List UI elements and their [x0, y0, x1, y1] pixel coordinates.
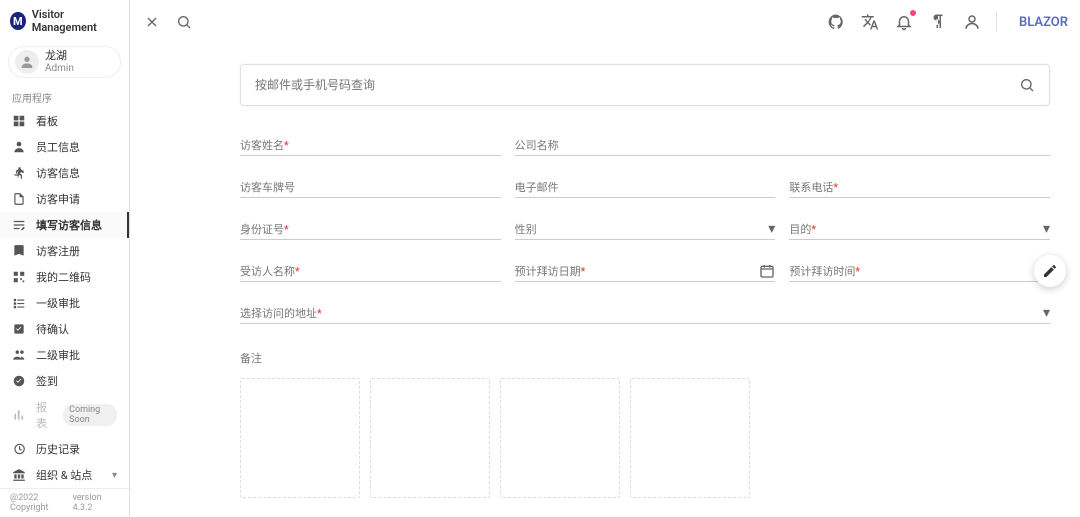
upload-box[interactable] — [370, 378, 490, 498]
field-visit-time[interactable]: 预计拜访时间* — [789, 262, 1050, 282]
field-interviewee[interactable]: 受访人名称* — [240, 262, 501, 282]
nav-label: 我的二维码 — [36, 269, 91, 285]
nav-employee[interactable]: 员工信息 — [0, 134, 129, 160]
nav-visitor-apply[interactable]: 访客申请 — [0, 186, 129, 212]
field-company[interactable]: 公司名称 — [515, 136, 1050, 156]
upload-grid — [240, 378, 1050, 498]
form-grid: 访客姓名* 公司名称 访客车牌号 电子邮件 联系电话* 身份证号* 性别▾ 目的… — [240, 136, 1050, 324]
coming-soon-badge: Coming Soon — [63, 404, 117, 426]
edit-list-icon — [12, 218, 26, 232]
nav-label: 二级审批 — [36, 347, 80, 363]
topbar: BLAZOR — [130, 0, 1080, 44]
calendar-icon — [759, 263, 775, 279]
avatar — [15, 50, 39, 74]
nav-label: 员工信息 — [36, 139, 80, 155]
nav-label: 访客信息 — [36, 165, 80, 181]
nav-label: 看板 — [36, 113, 58, 129]
nav-label: 签到 — [36, 373, 58, 389]
translate-icon[interactable] — [860, 12, 880, 32]
nav-checkin[interactable]: 签到 — [0, 368, 129, 394]
nav-label: 访客申请 — [36, 191, 80, 207]
dashboard-icon — [12, 114, 26, 128]
nav: 应用程序 看板 员工信息 访客信息 访客申请 填写访客信息 — [0, 84, 129, 488]
run-icon — [12, 166, 26, 180]
version: version 4.3.2 — [73, 493, 119, 513]
qrcode-icon — [12, 270, 26, 284]
nav-dashboard[interactable]: 看板 — [0, 108, 129, 134]
brand-logo-icon: M — [10, 12, 26, 30]
nav-first-approval[interactable]: 一级审批 — [0, 290, 129, 316]
upload-box[interactable] — [630, 378, 750, 498]
nav-my-qrcode[interactable]: 我的二维码 — [0, 264, 129, 290]
chevron-down-icon: ▾ — [112, 470, 117, 481]
brand-right: BLAZOR — [1019, 15, 1068, 30]
field-purpose[interactable]: 目的*▾ — [789, 220, 1050, 240]
sidebar: M Visitor Management 龙湖 Admin 应用程序 看板 员工… — [0, 0, 130, 517]
chevron-down-icon: ▾ — [1043, 221, 1050, 237]
brand-title: Visitor Management — [32, 8, 119, 34]
copyright: @2022 Copyright — [10, 493, 73, 513]
field-gender[interactable]: 性别▾ — [515, 220, 776, 240]
user-role: Admin — [45, 63, 74, 75]
nav-label: 报表 — [36, 399, 53, 431]
nav-report: 报表 Coming Soon — [0, 394, 129, 436]
nav-visitor-register[interactable]: 访客注册 — [0, 238, 129, 264]
approval-icon — [12, 192, 26, 206]
upload-box[interactable] — [500, 378, 620, 498]
field-phone[interactable]: 联系电话* — [789, 178, 1050, 198]
checklist-icon — [12, 296, 26, 310]
close-icon[interactable] — [142, 12, 162, 32]
remark-label: 备注 — [240, 350, 1050, 366]
account-icon[interactable] — [962, 12, 982, 32]
search-input[interactable] — [255, 78, 1019, 92]
search-icon[interactable] — [174, 12, 194, 32]
org-icon — [12, 468, 26, 482]
section-apps: 应用程序 — [0, 84, 129, 108]
nav-history[interactable]: 历史记录 — [0, 436, 129, 462]
upload-box[interactable] — [240, 378, 360, 498]
field-visitor-name[interactable]: 访客姓名* — [240, 136, 501, 156]
field-visit-date[interactable]: 预计拜访日期* — [515, 262, 776, 282]
nav-label: 一级审批 — [36, 295, 80, 311]
book-icon — [12, 244, 26, 258]
edit-fab[interactable] — [1034, 255, 1066, 287]
content: 访客姓名* 公司名称 访客车牌号 电子邮件 联系电话* 身份证号* 性别▾ 目的… — [130, 44, 1080, 517]
notification-dot — [910, 10, 916, 16]
field-plate[interactable]: 访客车牌号 — [240, 178, 501, 198]
rtl-icon[interactable] — [928, 12, 948, 32]
bell-icon[interactable] — [894, 12, 914, 32]
field-address[interactable]: 选择访问的地址*▾ — [240, 304, 1050, 324]
approval2-icon — [12, 348, 26, 362]
github-icon[interactable] — [826, 12, 846, 32]
nav-label: 访客注册 — [36, 243, 80, 259]
user-pill[interactable]: 龙湖 Admin — [8, 46, 121, 78]
chevron-down-icon: ▾ — [768, 221, 775, 237]
nav-org-site[interactable]: 组织 & 站点 ▾ — [0, 462, 129, 488]
field-idno[interactable]: 身份证号* — [240, 220, 501, 240]
nav-label: 组织 & 站点 — [36, 467, 92, 483]
chevron-down-icon: ▾ — [1043, 305, 1050, 321]
brand: M Visitor Management — [0, 0, 129, 42]
search-bar[interactable] — [240, 64, 1050, 106]
report-icon — [12, 408, 26, 422]
pending-icon — [12, 322, 26, 336]
nav-second-approval[interactable]: 二级审批 — [0, 342, 129, 368]
footer: @2022 Copyright version 4.3.2 — [0, 488, 129, 517]
search-submit-icon[interactable] — [1019, 77, 1035, 93]
checkin-icon — [12, 374, 26, 388]
nav-fill-visitor[interactable]: 填写访客信息 — [0, 212, 129, 238]
nav-visitor-info[interactable]: 访客信息 — [0, 160, 129, 186]
nav-label: 填写访客信息 — [36, 217, 102, 233]
nav-pending-confirm[interactable]: 待确认 — [0, 316, 129, 342]
nav-label: 待确认 — [36, 321, 69, 337]
user-name: 龙湖 — [45, 50, 74, 63]
employee-icon — [12, 140, 26, 154]
history-icon — [12, 442, 26, 456]
field-email[interactable]: 电子邮件 — [515, 178, 776, 198]
nav-label: 历史记录 — [36, 441, 80, 457]
